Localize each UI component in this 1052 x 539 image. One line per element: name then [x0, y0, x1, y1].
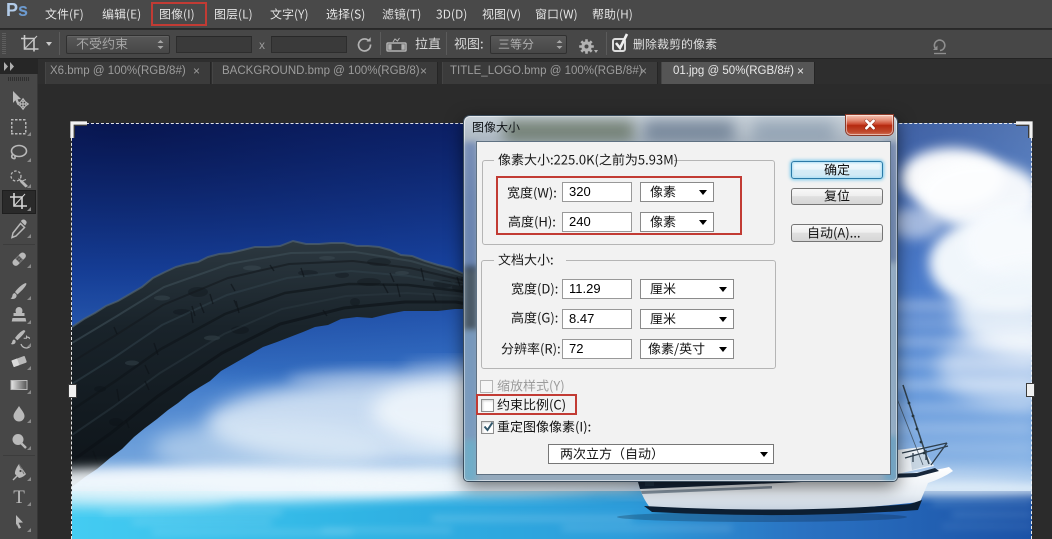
svg-text:T: T	[13, 487, 25, 508]
